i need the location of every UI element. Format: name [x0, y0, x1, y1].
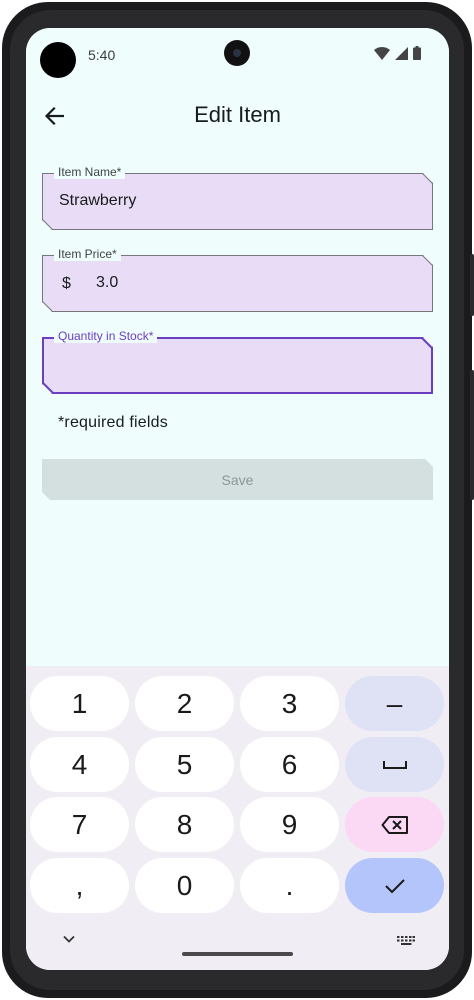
key-period[interactable]: .: [240, 858, 339, 913]
item-price-label: Item Price*: [54, 247, 121, 261]
key-backspace[interactable]: [345, 797, 444, 852]
volume-button: [470, 370, 474, 500]
front-camera-cutout: [224, 40, 250, 66]
check-icon: [384, 878, 405, 893]
backspace-icon: [381, 815, 408, 834]
gesture-handle[interactable]: [182, 952, 293, 956]
quantity-label: Quantity in Stock*: [54, 329, 158, 343]
key-5[interactable]: 5: [135, 737, 234, 792]
quantity-outline: [42, 337, 433, 394]
keyboard-icon[interactable]: [397, 936, 415, 946]
numeric-keyboard: 1 2 3 – 4 5 6 7 8 9 , 0 .: [26, 666, 449, 970]
key-2[interactable]: 2: [135, 676, 234, 731]
wifi-icon: [374, 46, 390, 60]
status-time: 5:40: [88, 47, 116, 63]
battery-icon: [413, 46, 421, 60]
item-name-value: Strawberry: [59, 192, 137, 209]
item-name-label: Item Name*: [54, 165, 126, 179]
top-app-bar: Edit Item: [26, 82, 449, 148]
power-button: [470, 254, 474, 316]
key-comma[interactable]: ,: [30, 858, 129, 913]
currency-prefix: $: [62, 275, 71, 292]
phone-frame: 5:40 Edit Item Item Name* Strawberry Ite…: [2, 2, 474, 998]
key-0[interactable]: 0: [135, 858, 234, 913]
key-8[interactable]: 8: [135, 797, 234, 852]
page-title: Edit Item: [194, 102, 281, 127]
chevron-down-icon[interactable]: [62, 934, 76, 944]
signal-icon: [395, 46, 408, 60]
key-minus[interactable]: –: [345, 676, 444, 731]
key-space[interactable]: [345, 737, 444, 792]
camera-icon: [40, 42, 76, 78]
key-3[interactable]: 3: [240, 676, 339, 731]
save-button[interactable]: Save: [42, 459, 433, 500]
space-icon: [382, 760, 407, 769]
item-price-value: 3.0: [96, 274, 119, 291]
status-icons: [374, 46, 421, 60]
key-1[interactable]: 1: [30, 676, 129, 731]
status-bar: 5:40: [26, 28, 449, 82]
screen: 5:40 Edit Item Item Name* Strawberry Ite…: [26, 28, 449, 970]
required-fields-note: *required fields: [58, 414, 168, 431]
key-6[interactable]: 6: [240, 737, 339, 792]
item-name-field[interactable]: Item Name* Strawberry: [42, 165, 433, 230]
keyboard-nav-bar: [26, 924, 449, 970]
item-price-field[interactable]: Item Price* $ 3.0: [42, 247, 433, 312]
key-7[interactable]: 7: [30, 797, 129, 852]
key-9[interactable]: 9: [240, 797, 339, 852]
key-done[interactable]: [345, 858, 444, 913]
quantity-field[interactable]: Quantity in Stock*: [42, 329, 433, 394]
key-4[interactable]: 4: [30, 737, 129, 792]
